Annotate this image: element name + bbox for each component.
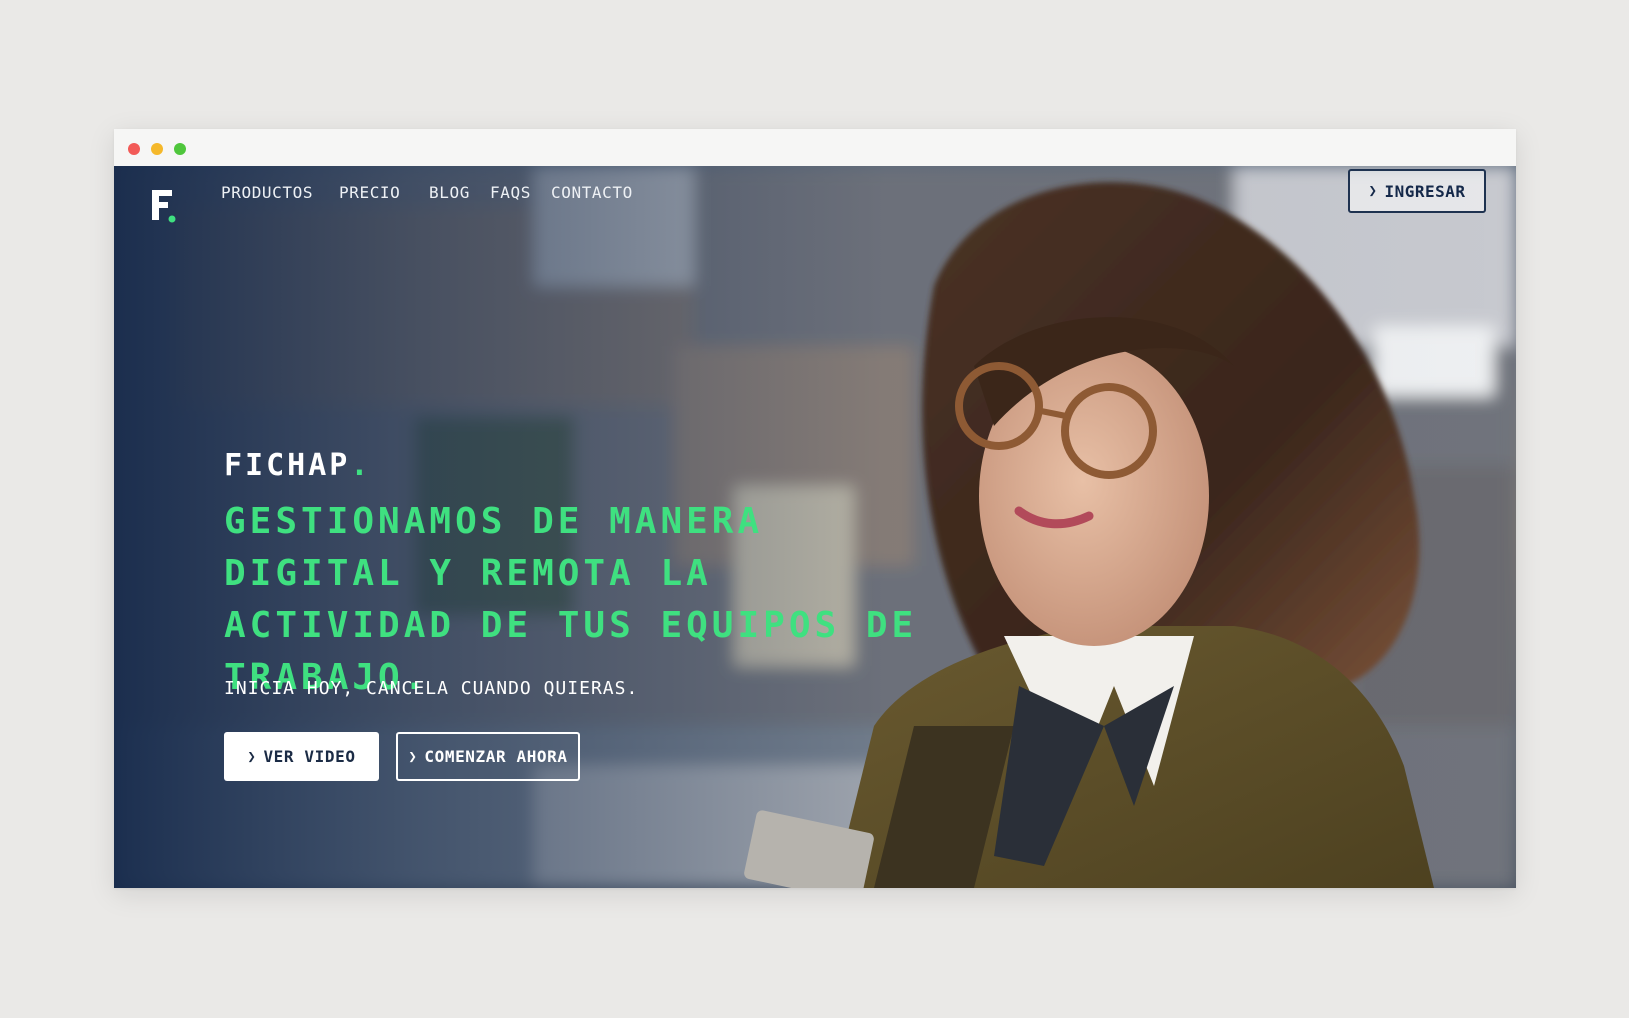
chevron-right-icon: ❯ (408, 748, 418, 765)
nav-link-faqs[interactable]: FAQS (490, 183, 531, 202)
brand-name: FICHAP. (224, 448, 371, 483)
nav-link-contacto[interactable]: CONTACTO (551, 183, 633, 202)
nav-link-precio[interactable]: PRECIO (339, 183, 400, 202)
start-now-label: COMENZAR AHORA (424, 747, 568, 766)
chevron-right-icon: ❯ (1368, 183, 1378, 199)
hero-section: PRODUCTOS PRECIO BLOG FAQS CONTACTO ❯ IN… (114, 166, 1516, 888)
fichap-logo-icon[interactable] (148, 186, 178, 224)
watch-video-label: VER VIDEO (263, 747, 356, 766)
brand-dot: . (350, 448, 372, 483)
maximize-window-dot[interactable] (174, 143, 186, 155)
brand-text: FICHAP (224, 448, 351, 483)
hero-headline: GESTIONAMOS DE MANERA DIGITAL Y REMOTA L… (224, 501, 918, 698)
hero-tagline: INICIA HOY, CANCELA CUANDO QUIERAS. (224, 678, 639, 699)
close-window-dot[interactable] (128, 143, 140, 155)
login-button[interactable]: ❯ INGRESAR (1348, 169, 1486, 213)
nav-link-blog[interactable]: BLOG (429, 183, 470, 202)
browser-window: PRODUCTOS PRECIO BLOG FAQS CONTACTO ❯ IN… (114, 129, 1516, 888)
login-button-label: INGRESAR (1384, 181, 1466, 201)
chevron-right-icon: ❯ (247, 748, 257, 765)
start-now-button[interactable]: ❯ COMENZAR AHORA (396, 732, 580, 781)
minimize-window-dot[interactable] (151, 143, 163, 155)
window-titlebar (114, 129, 1516, 166)
nav-link-productos[interactable]: PRODUCTOS (221, 183, 313, 202)
watch-video-button[interactable]: ❯ VER VIDEO (224, 732, 379, 781)
